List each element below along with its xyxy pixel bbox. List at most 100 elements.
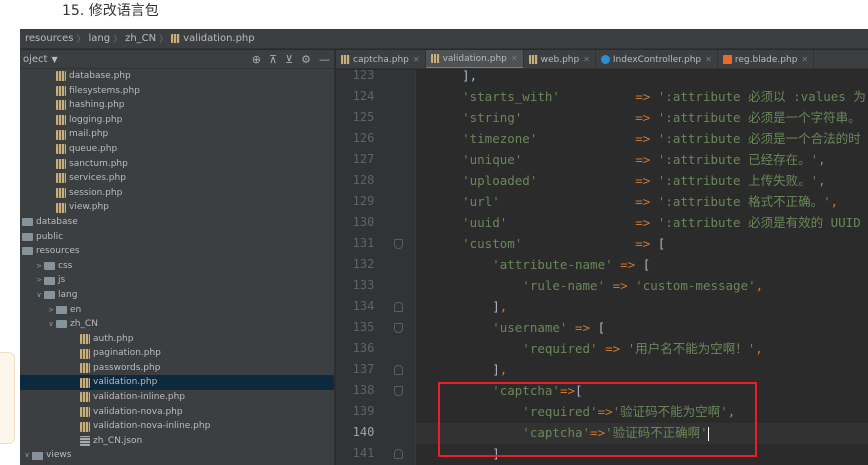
code-line[interactable]: 123 ], (336, 70, 868, 86)
code-line[interactable]: 134 ], (336, 296, 868, 317)
tree-item[interactable]: filesystems.php (20, 84, 334, 99)
editor-tab[interactable]: captcha.php ✕ (336, 50, 426, 68)
tree-item[interactable]: ∨ zh_CN (20, 317, 334, 332)
hide-icon[interactable]: — (319, 53, 330, 66)
tree-item[interactable]: pagination.php (20, 346, 334, 361)
editor-tab[interactable]: validation.php ✕ (425, 50, 524, 68)
fold-marker-icon[interactable] (394, 323, 403, 333)
code-token: 'custom' (432, 236, 523, 251)
collapse-all-icon[interactable]: ⊻ (285, 53, 293, 66)
fold-marker-icon[interactable] (394, 365, 403, 375)
tree-item[interactable]: logging.php (20, 113, 334, 128)
code-line[interactable]: 137 ], (336, 359, 868, 380)
locate-icon[interactable]: ⊕ (252, 53, 261, 66)
tree-item[interactable]: > en (20, 303, 334, 318)
fold-marker-icon[interactable] (394, 239, 403, 249)
close-icon[interactable]: ✕ (705, 55, 712, 64)
editor-tab[interactable]: IndexController.php ✕ (596, 50, 718, 68)
code-line[interactable]: 136 'required' => '用户名不能为空啊！', (336, 338, 868, 359)
chevron-down-icon[interactable]: ∨ (46, 317, 56, 332)
chevron-right-icon[interactable]: > (34, 259, 44, 274)
tree-item[interactable]: validation-nova.php (20, 405, 334, 420)
editor-tab-label: validation.php (442, 53, 507, 64)
code-line[interactable]: 132 'attribute-name' => [ (336, 254, 868, 275)
close-icon[interactable]: ✕ (583, 55, 590, 64)
tree-item[interactable]: auth.php (20, 332, 334, 347)
code-text: 'uuid' => ':attribute 必须是有效的 UUID (432, 212, 861, 233)
project-panel-header[interactable]: oject ▼ ⊕ ⊼ ⊻ ⚙ — (20, 50, 334, 69)
folder-icon (56, 320, 67, 329)
breadcrumb-item[interactable]: validation.php (183, 33, 254, 44)
tree-item[interactable]: queue.php (20, 142, 334, 157)
code-line[interactable]: 128 'uploaded' => ':attribute 上传失败。', (336, 170, 868, 191)
code-line[interactable]: 125 'string' => ':attribute 必须是一个字符串。 (336, 107, 868, 128)
tree-item[interactable]: database (20, 215, 334, 230)
code-line[interactable]: 126 'timezone' => ':attribute 必须是一个合法的时 (336, 128, 868, 149)
breadcrumb: resources 〉 lang 〉 zh_CN 〉 validation.php (20, 29, 868, 49)
tree-item[interactable]: sanctum.php (20, 157, 334, 172)
fold-marker-icon[interactable] (394, 449, 403, 459)
close-icon[interactable]: ✕ (413, 55, 420, 64)
chevron-right-icon[interactable]: > (34, 273, 44, 288)
dropdown-icon[interactable]: ▼ (51, 55, 57, 64)
tree-item[interactable]: validation-inline.php (20, 390, 334, 405)
chevron-down-icon[interactable]: ∨ (22, 448, 32, 463)
tree-item[interactable]: ∨ views (20, 448, 334, 463)
tree-item[interactable]: mail.php (20, 127, 334, 142)
tree-item[interactable]: session.php (20, 186, 334, 201)
code-token: , (818, 152, 826, 167)
breadcrumb-item[interactable]: resources (25, 33, 73, 44)
editor-tab[interactable]: web.php ✕ (524, 50, 596, 68)
code-token: 'custom-message' (635, 278, 756, 293)
close-icon[interactable]: ✕ (511, 54, 518, 63)
tree-item-label: zh_CN.json (93, 435, 143, 446)
chevron-right-icon[interactable]: > (46, 303, 56, 318)
tree-item[interactable]: > js (20, 273, 334, 288)
tree-item[interactable]: services.php (20, 171, 334, 186)
code-line[interactable]: 127 'unique' => ':attribute 已经存在。', (336, 149, 868, 170)
tree-item-label: validation.php (93, 377, 158, 388)
php-file-icon (56, 85, 66, 96)
code-line[interactable]: 129 'url' => ':attribute 格式不正确。', (336, 191, 868, 212)
code-line[interactable]: 135 'username' => [ (336, 317, 868, 338)
code-token: 'timezone' (432, 131, 538, 146)
breadcrumb-item[interactable]: zh_CN (125, 33, 156, 44)
line-number: 134 (352, 299, 375, 313)
tree-item[interactable]: view.php (20, 200, 334, 215)
tree-item-label: auth.php (93, 333, 134, 344)
code-text: 'custom' => [ (432, 233, 665, 254)
code-text: 'unique' => ':attribute 已经存在。', (432, 149, 826, 170)
folder-icon (22, 247, 33, 256)
tree-item[interactable]: public (20, 230, 334, 245)
line-number: 131 (352, 236, 375, 250)
tree-item[interactable]: database.php (20, 69, 334, 84)
code-line[interactable]: 130 'uuid' => ':attribute 必须是有效的 UUID (336, 212, 868, 233)
tree-item[interactable]: validation.php (20, 375, 334, 391)
breadcrumb-item[interactable]: lang (88, 33, 110, 44)
tree-item[interactable]: resources (20, 244, 334, 259)
code-line[interactable]: 124 'starts_with' => ':attribute 必须以 :va… (336, 86, 868, 107)
code-token: => (635, 110, 651, 125)
fold-marker-icon[interactable] (394, 302, 403, 312)
code-line[interactable]: 131 'custom' => [ (336, 233, 868, 254)
chevron-down-icon[interactable]: ∨ (34, 288, 44, 303)
tree-item[interactable]: ∨ lang (20, 288, 334, 303)
code-token: 'string' (432, 110, 523, 125)
expand-all-icon[interactable]: ⊼ (269, 53, 277, 66)
fold-marker-icon[interactable] (394, 386, 403, 396)
tree-item[interactable]: zh_CN.json (20, 434, 334, 449)
tree-item[interactable]: validation-nova-inline.php (20, 419, 334, 434)
gear-icon[interactable]: ⚙ (301, 53, 311, 66)
tree-item[interactable]: > css (20, 259, 334, 274)
line-number: 123 (352, 70, 375, 82)
tree-item[interactable]: passwords.php (20, 361, 334, 376)
editor-tab[interactable]: reg.blade.php ✕ (718, 50, 815, 68)
close-icon[interactable]: ✕ (801, 55, 808, 64)
folder-icon (44, 276, 55, 285)
code-line[interactable]: 133 'rule-name' => 'custom-message', (336, 275, 868, 296)
tree-item[interactable]: hashing.php (20, 98, 334, 113)
php-file-icon (56, 158, 66, 169)
